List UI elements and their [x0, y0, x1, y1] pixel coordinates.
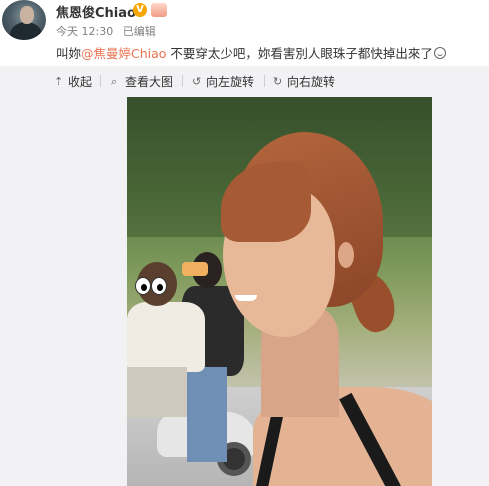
woman-bangs — [221, 162, 311, 242]
toolbar-divider — [264, 75, 265, 87]
rider-front-shirt — [127, 302, 205, 372]
avatar-body — [10, 22, 42, 40]
post-text-prefix: 叫妳 — [56, 46, 82, 61]
woman-smile — [235, 295, 257, 301]
eyeball-sticker-icon — [135, 277, 151, 295]
collapse-label: 收起 — [68, 75, 93, 89]
avatar[interactable] — [2, 0, 46, 40]
rider-front-legs — [127, 367, 187, 417]
rotate-left-button[interactable]: ↺ 向左旋转 — [192, 73, 254, 90]
avatar-face — [20, 6, 34, 24]
edited-label[interactable]: 已编辑 — [123, 25, 156, 38]
post-time[interactable]: 今天 12:30 — [56, 25, 113, 38]
collapse-button[interactable]: ⇡ 收起 — [54, 73, 92, 90]
toolbar-divider — [100, 75, 101, 87]
photo-woman — [213, 132, 432, 486]
post-text-suffix: 不要穿太少吧，妳看害別人眼珠子都快掉出來了 — [166, 46, 433, 61]
collapse-icon: ⇡ — [54, 75, 64, 88]
rotate-right-button[interactable]: ↻ 向右旋转 — [273, 73, 335, 90]
rotate-right-label: 向右旋转 — [287, 75, 336, 89]
rotate-left-label: 向左旋转 — [206, 75, 255, 89]
zoom-icon: ⌕ — [111, 75, 118, 88]
rotate-right-icon: ↻ — [273, 75, 283, 88]
post-text: 叫妳@焦曼婷Chiao 不要穿太少吧，妳看害別人眼珠子都快掉出來了 — [56, 43, 446, 62]
author-name[interactable]: 焦恩俊Chiao — [56, 2, 136, 21]
eyeball-sticker-icon — [151, 277, 167, 295]
mention-link[interactable]: @焦曼婷Chiao — [81, 46, 166, 61]
post-header: 焦恩俊Chiao V 今天 12:30 已编辑 叫妳@焦曼婷Chiao 不要穿太… — [0, 0, 489, 68]
view-large-label: 查看大图 — [125, 75, 174, 89]
post-meta: 今天 12:30 已编辑 — [56, 23, 162, 39]
view-large-button[interactable]: ⌕ 查看大图 — [111, 73, 173, 90]
level-badge-icon — [151, 3, 167, 17]
toolbar-divider — [182, 75, 183, 87]
woman-ear — [338, 242, 354, 268]
rotate-left-icon: ↺ — [192, 75, 202, 88]
post-photo[interactable] — [127, 97, 432, 486]
verified-icon: V — [133, 3, 147, 17]
smile-icon — [433, 47, 446, 59]
